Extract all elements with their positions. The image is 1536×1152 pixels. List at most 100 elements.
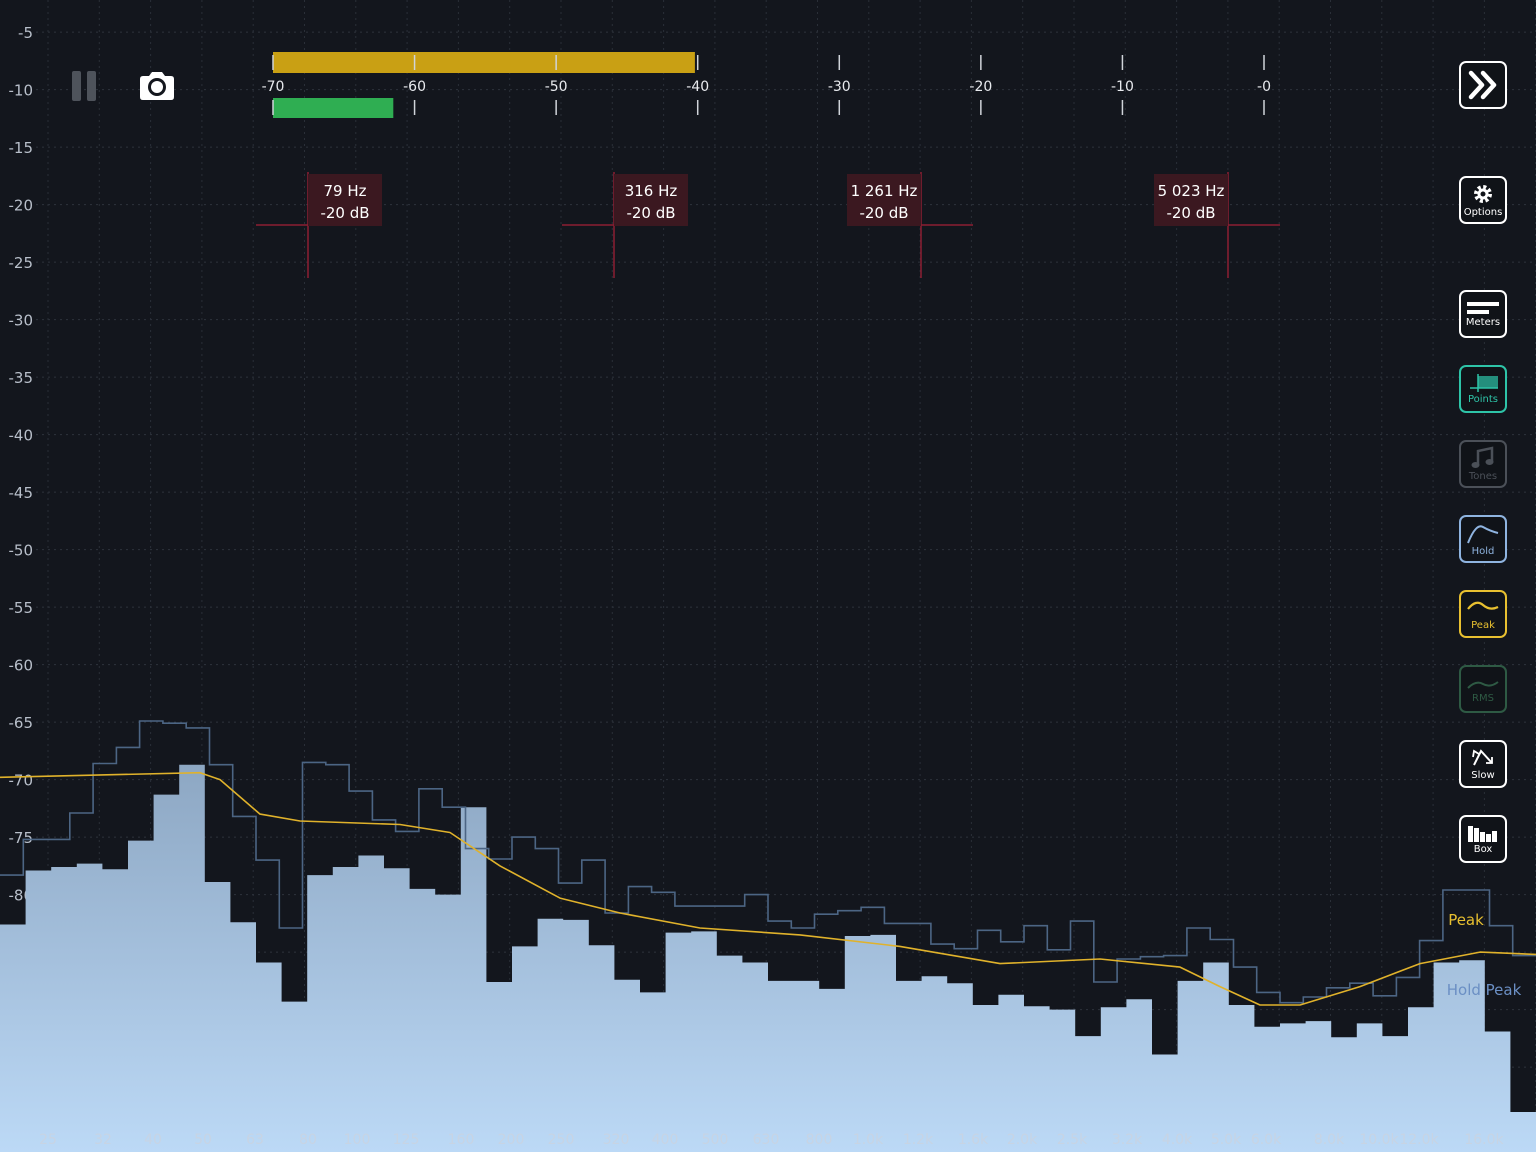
- x-tick-label: 80: [299, 1132, 317, 1148]
- hold-button[interactable]: Hold: [1459, 515, 1507, 563]
- rms-button[interactable]: RMS: [1459, 665, 1507, 713]
- points-button[interactable]: Points: [1459, 365, 1507, 413]
- marker-label[interactable]: 316 Hz -20 dB: [614, 174, 688, 226]
- options-button[interactable]: Options: [1459, 176, 1507, 224]
- meter-scale-label: -10: [1111, 79, 1134, 95]
- pause-button[interactable]: [64, 66, 104, 106]
- x-tick-label: 32: [94, 1132, 112, 1148]
- pause-icon: [72, 71, 81, 101]
- x-tick-label: 3.2k: [1112, 1132, 1143, 1148]
- x-tick-label: 800: [806, 1132, 833, 1148]
- y-tick-label: -25: [9, 254, 34, 272]
- x-tick-label: 1.0k: [853, 1132, 884, 1148]
- y-tick-label: -10: [9, 82, 34, 100]
- x-tick-label: 320: [603, 1132, 630, 1148]
- meters-label: Meters: [1465, 317, 1501, 328]
- peak-button[interactable]: Peak: [1459, 590, 1507, 638]
- x-tick-label: 200: [498, 1132, 525, 1148]
- box-bars-icon: [1466, 823, 1500, 844]
- x-tick-label: 400: [652, 1132, 679, 1148]
- x-tick-label: 16.0k: [1464, 1132, 1504, 1148]
- marker-level: -20 dB: [320, 204, 370, 222]
- x-tick-label: 6.0k: [1251, 1132, 1282, 1148]
- skip-button[interactable]: [1459, 61, 1507, 109]
- meters-button[interactable]: Meters: [1459, 290, 1507, 338]
- camera-icon: [140, 72, 174, 100]
- y-tick-label: -35: [9, 369, 34, 387]
- meter-scale-label: -40: [686, 79, 709, 95]
- marker-frequency: 79 Hz: [323, 182, 367, 200]
- meters-icon: [1466, 300, 1500, 317]
- y-tick-label: -75: [9, 829, 34, 847]
- y-tick-label: -40: [9, 427, 34, 445]
- x-tick-label: 250: [548, 1132, 575, 1148]
- box-button[interactable]: Box: [1459, 815, 1507, 863]
- x-tick-label: 500: [702, 1132, 729, 1148]
- tones-label: Tones: [1468, 471, 1498, 482]
- x-tick-label: 25: [39, 1132, 57, 1148]
- pause-icon: [87, 71, 96, 101]
- x-tick-label: 4.0k: [1162, 1132, 1193, 1148]
- x-tick-label: 8.0k: [1314, 1132, 1345, 1148]
- meter-scale-label: -50: [545, 79, 568, 95]
- marker-level: -20 dB: [859, 204, 909, 222]
- music-note-icon: [1470, 446, 1496, 471]
- spectrum-chart[interactable]: -5 -10 -15 -20 -25 -30 -35 -40 -45 -50 -55 -60 -65 -7…: [0, 0, 1536, 1152]
- legend-peak: Peak: [1448, 911, 1484, 929]
- legend-hold-peak: Hold Peak: [1447, 981, 1522, 999]
- x-tick-label: 12.0k: [1399, 1132, 1439, 1148]
- marker-frequency: 316 Hz: [624, 182, 678, 200]
- x-tick-label: 2.5k: [1057, 1132, 1088, 1148]
- y-tick-label: -70: [9, 772, 34, 790]
- peak-level-bar: [273, 52, 695, 73]
- x-tick-label: 50: [194, 1132, 212, 1148]
- x-tick-label: 40: [144, 1132, 162, 1148]
- x-tick-label: 125: [393, 1132, 420, 1148]
- y-tick-label: -55: [9, 599, 34, 617]
- meter-scale-label: -20: [969, 79, 992, 95]
- marker-level: -20 dB: [1166, 204, 1216, 222]
- y-tick-label: -50: [9, 542, 34, 560]
- points-icon: [1466, 373, 1500, 394]
- spectrum-analyzer: -5 -10 -15 -20 -25 -30 -35 -40 -45 -50 -55 -60 -65 -7…: [0, 0, 1536, 1152]
- hold-label: Hold: [1471, 546, 1495, 557]
- spectrum-bars: [0, 764, 1536, 1152]
- x-tick-label: 1.2k: [903, 1132, 934, 1148]
- marker-label[interactable]: 79 Hz -20 dB: [308, 174, 382, 226]
- box-label: Box: [1473, 844, 1493, 855]
- slow-arrows-icon: [1470, 747, 1496, 770]
- meter-scale-label: -30: [828, 79, 851, 95]
- x-tick-label: 160: [448, 1132, 475, 1148]
- x-tick-label: 100: [344, 1132, 371, 1148]
- x-tick-label: 5.0k: [1211, 1132, 1242, 1148]
- y-tick-label: -65: [9, 714, 34, 732]
- meter-scale-label: -70: [262, 79, 285, 95]
- double-chevron-right-icon: [1466, 70, 1500, 101]
- x-tick-label: 630: [753, 1132, 780, 1148]
- y-tick-label: -5: [18, 24, 33, 42]
- x-tick-label: 2.0k: [1007, 1132, 1038, 1148]
- meter-scale-label: -0: [1257, 79, 1271, 95]
- marker-frequency: 5 023 Hz: [1157, 182, 1225, 200]
- marker-frequency: 1 261 Hz: [850, 182, 918, 200]
- points-label: Points: [1467, 394, 1499, 405]
- tones-button[interactable]: Tones: [1459, 440, 1507, 488]
- rms-curve-icon: [1466, 674, 1500, 693]
- marker-level: -20 dB: [626, 204, 676, 222]
- slow-label: Slow: [1471, 770, 1495, 781]
- marker-label[interactable]: 1 261 Hz -20 dB: [847, 174, 921, 226]
- hold-curve-icon: [1466, 521, 1500, 546]
- y-tick-label: -60: [9, 657, 34, 675]
- slow-button[interactable]: Slow: [1459, 740, 1507, 788]
- y-tick-label: -15: [9, 139, 34, 157]
- y-tick-label: -20: [9, 197, 34, 215]
- screenshot-button[interactable]: [132, 64, 182, 108]
- spectrum-series: [0, 764, 1536, 1152]
- options-label: Options: [1463, 207, 1503, 218]
- x-tick-label: 10.0k: [1359, 1132, 1399, 1148]
- marker-label[interactable]: 5 023 Hz -20 dB: [1154, 174, 1228, 226]
- y-tick-label: -30: [9, 312, 34, 330]
- x-tick-label: 63: [246, 1132, 264, 1148]
- rms-label: RMS: [1472, 693, 1494, 704]
- y-tick-label: -45: [9, 484, 34, 502]
